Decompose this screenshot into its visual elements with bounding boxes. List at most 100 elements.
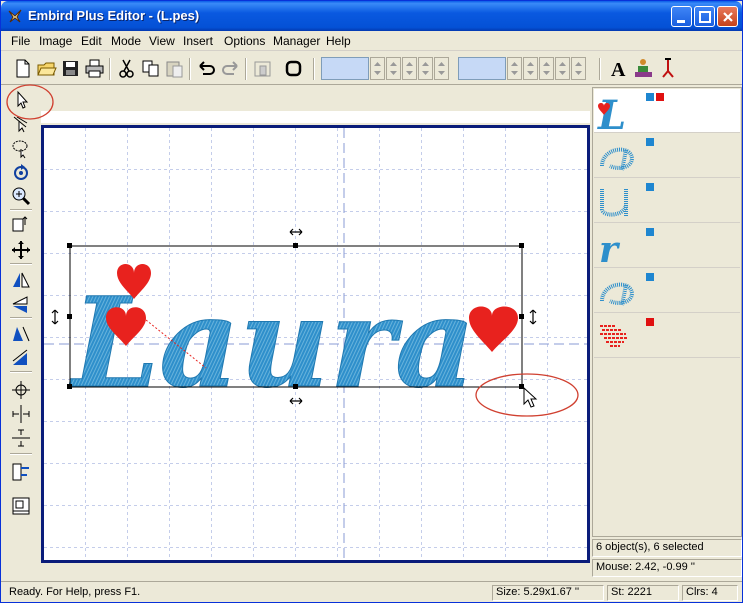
object-item-2[interactable] — [594, 134, 740, 178]
freehand-select-tool[interactable] — [9, 137, 33, 159]
width-field[interactable] — [321, 57, 369, 80]
hoop-icon — [254, 61, 271, 77]
toolbar-separator — [10, 453, 32, 455]
height-spinner-2[interactable] — [523, 57, 538, 80]
spin-arrows-icon — [511, 62, 518, 75]
object-item-4[interactable]: r — [594, 224, 740, 268]
spin-arrows-icon — [390, 62, 397, 75]
object-item-1[interactable]: L — [594, 89, 740, 133]
text-button[interactable]: A — [607, 57, 630, 80]
status-bar: Ready. For Help, press F1. Size: 5.29x1.… — [1, 581, 742, 602]
height-spinner[interactable] — [507, 57, 522, 80]
resize-tool[interactable] — [9, 215, 33, 237]
menu-file[interactable]: File — [11, 34, 30, 48]
toolbar-separator — [245, 58, 247, 80]
color-mark — [646, 273, 654, 281]
title-bar[interactable]: Embird Plus Editor - (L.pes) — [1, 1, 742, 31]
handle-middle-left[interactable] — [67, 314, 72, 319]
width-spinner[interactable] — [370, 57, 385, 80]
distribute-tool[interactable] — [9, 461, 33, 483]
menu-edit[interactable]: Edit — [81, 34, 102, 48]
undo-button[interactable] — [195, 57, 218, 80]
align-horizontal-icon — [12, 405, 30, 423]
mirror-horizontal-tool[interactable] — [9, 269, 33, 291]
close-button[interactable] — [717, 6, 738, 27]
hearts-icon — [600, 325, 628, 347]
align-horizontal-tool[interactable] — [9, 403, 33, 425]
zoom-tool[interactable] — [9, 185, 33, 207]
height-spinner-4[interactable] — [555, 57, 570, 80]
frame-button[interactable] — [282, 57, 305, 80]
skew-vertical-tool[interactable] — [9, 347, 33, 369]
scissors-icon — [119, 59, 134, 78]
width-spinner-4[interactable] — [418, 57, 433, 80]
move-tool[interactable] — [9, 239, 33, 261]
new-button[interactable] — [11, 57, 34, 80]
move-cross-icon — [12, 241, 30, 259]
redo-button[interactable] — [219, 57, 242, 80]
save-button[interactable] — [59, 57, 82, 80]
handle-top-left[interactable] — [67, 243, 72, 248]
stitch-tool-button[interactable] — [657, 57, 680, 80]
height-field[interactable] — [458, 57, 506, 80]
width-spinner-2[interactable] — [386, 57, 401, 80]
minimize-button[interactable] — [671, 6, 692, 27]
toolbar-separator — [313, 58, 315, 80]
skew-horizontal-tool[interactable] — [9, 323, 33, 345]
toolbar-separator — [599, 58, 601, 80]
skew-horizontal-icon — [13, 326, 30, 342]
print-button[interactable] — [83, 57, 106, 80]
object-item-5[interactable] — [594, 269, 740, 313]
spin-arrows-icon — [527, 62, 534, 75]
handle-bottom-left[interactable] — [67, 384, 72, 389]
paste-button[interactable] — [163, 57, 186, 80]
menu-help[interactable]: Help — [326, 34, 351, 48]
main-toolbar: A — [1, 52, 742, 85]
handle-bottom-right[interactable] — [519, 384, 524, 389]
mirror-vertical-icon — [12, 296, 28, 313]
mirror-vertical-tool[interactable] — [9, 293, 33, 315]
grid-tool[interactable] — [9, 495, 33, 517]
left-toolbar — [7, 87, 35, 522]
crosshair-icon — [12, 381, 30, 399]
width-spinner-3[interactable] — [402, 57, 417, 80]
menu-mode[interactable]: Mode — [111, 34, 141, 48]
manager-button[interactable] — [632, 57, 655, 80]
paste-icon — [166, 61, 183, 78]
object-item-3[interactable] — [594, 179, 740, 223]
hoop-button[interactable] — [251, 57, 274, 80]
redo-icon — [222, 61, 238, 75]
menu-view[interactable]: View — [149, 34, 175, 48]
rounded-frame-icon — [285, 60, 302, 77]
menu-image[interactable]: Image — [39, 34, 72, 48]
handle-top-center[interactable] — [293, 243, 298, 248]
menu-options[interactable]: Options — [224, 34, 265, 48]
cut-button[interactable] — [115, 57, 138, 80]
spin-arrows-icon — [543, 62, 550, 75]
status-size: Size: 5.29x1.67 '' — [492, 585, 604, 601]
svg-text:A: A — [611, 59, 626, 80]
width-spinner-5[interactable] — [434, 57, 449, 80]
design-canvas[interactable]: Laura — [41, 125, 590, 563]
copy-button[interactable] — [139, 57, 162, 80]
rotate-icon — [14, 164, 28, 180]
height-spinner-5[interactable] — [571, 57, 586, 80]
menu-insert[interactable]: Insert — [183, 34, 213, 48]
height-spinner-3[interactable] — [539, 57, 554, 80]
menu-manager[interactable]: Manager — [273, 34, 320, 48]
handle-bottom-center[interactable] — [293, 384, 298, 389]
people-icon — [635, 59, 652, 77]
undo-icon — [199, 61, 215, 75]
handle-top-right[interactable] — [519, 243, 524, 248]
spin-arrows-icon — [559, 62, 566, 75]
handle-middle-right[interactable] — [519, 314, 524, 319]
distribute-icon — [12, 463, 29, 481]
center-tool[interactable] — [9, 379, 33, 401]
align-vertical-tool[interactable] — [9, 427, 33, 449]
stitch-a-icon — [600, 147, 635, 171]
rotate-tool[interactable] — [9, 161, 33, 183]
L-with-heart-icon: L — [597, 92, 626, 133]
object-item-6[interactable] — [594, 314, 740, 358]
maximize-button[interactable] — [694, 6, 715, 27]
open-button[interactable] — [35, 57, 58, 80]
